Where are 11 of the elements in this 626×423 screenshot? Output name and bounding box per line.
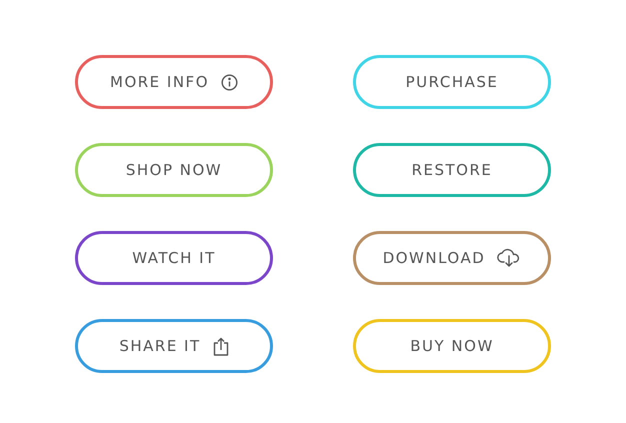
cloud-download-icon [497,248,522,268]
outline-button[interactable]: SHARE IT [75,319,273,373]
outline-button[interactable]: SHOP NOW [75,143,273,197]
outline-button[interactable]: RESTORE [353,143,551,197]
share-icon [212,336,229,356]
outline-button[interactable]: MORE INFO [75,55,273,109]
outline-button[interactable]: WATCH IT [75,231,273,285]
outline-button[interactable]: DOWNLOAD [353,231,551,285]
info-icon [221,74,238,90]
outline-button[interactable]: BUY NOW [353,319,551,373]
outline-button[interactable]: PURCHASE [353,55,551,109]
